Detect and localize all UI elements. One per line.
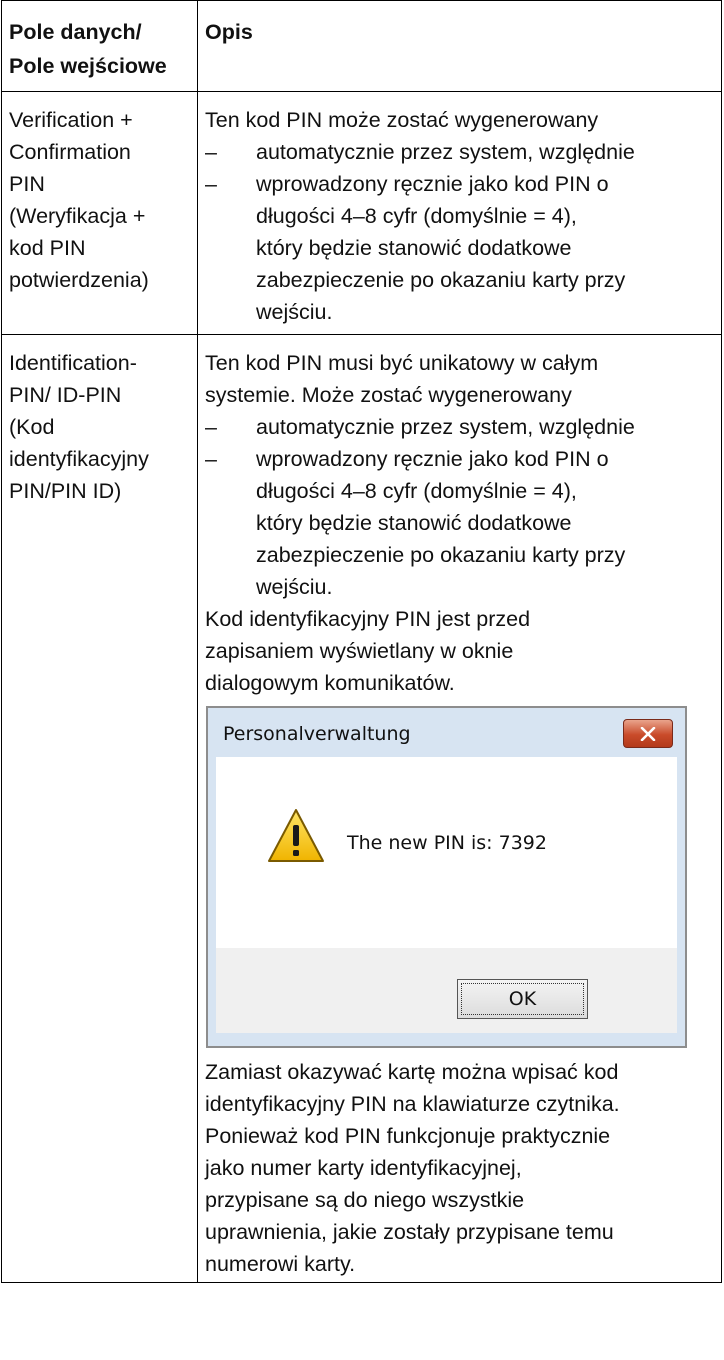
bullet-continuation: wejściu.	[256, 575, 333, 599]
bullet-item: – automatycznie przez system, względnie	[205, 136, 721, 168]
bullet-item: – automatycznie przez system, względnie	[205, 411, 721, 443]
ok-button[interactable]: OK	[457, 979, 588, 1019]
ok-button-label: OK	[461, 983, 584, 1015]
description-text: numerowi karty.	[205, 1252, 356, 1276]
bullet-item: – wprowadzony ręcznie jako kod PIN o	[205, 168, 721, 200]
dialog-title: Personalverwaltung	[223, 723, 411, 745]
description-text: dialogowym komunikatów.	[205, 671, 455, 695]
bullet-text: wprowadzony ręcznie jako kod PIN o	[256, 172, 609, 196]
description-text: Kod identyfikacyjny PIN jest przed	[205, 607, 531, 631]
description-text: Ten kod PIN może zostać wygenerowany	[205, 108, 599, 132]
field-name-line: (Kod	[9, 415, 55, 439]
bullet-dash: –	[205, 447, 217, 471]
warning-icon	[268, 809, 324, 862]
bullet-dash: –	[205, 415, 217, 439]
bullet-continuation: długości 4–8 cyfr (domyślnie = 4),	[256, 479, 577, 503]
description-text: jako numer karty identyfikacyjnej,	[205, 1156, 522, 1180]
bullet-text: automatycznie przez system, względnie	[256, 415, 635, 439]
description-text: Ten kod PIN musi być unikatowy w całym	[205, 351, 599, 375]
field-name-cell: Identification- PIN/ ID-PIN (Kod identyf…	[1, 334, 198, 1283]
bullet-continuation: zabezpieczenie po okazaniu karty przy	[256, 543, 626, 567]
bullet-dash: –	[205, 140, 217, 164]
field-name-line: kod PIN	[9, 236, 86, 260]
bullet-continuation: który będzie stanowić dodatkowe	[256, 511, 572, 535]
header-field-line: Pole wejściowe	[9, 54, 167, 78]
header-field-line: Pole danych/	[9, 20, 142, 44]
bullet-continuation: długości 4–8 cyfr (domyślnie = 4),	[256, 204, 577, 228]
field-name-line: potwierdzenia)	[9, 268, 149, 292]
fields-table: Pole danych/ Pole wejściowe Opis Verific…	[1, 0, 722, 1283]
dialog-message: The new PIN is: 7392	[347, 832, 547, 854]
bullet-item: – wprowadzony ręcznie jako kod PIN o	[205, 443, 721, 475]
table-row-identification-pin: Identification- PIN/ ID-PIN (Kod identyf…	[1, 334, 722, 1283]
description-text: Ponieważ kod PIN funkcjonuje praktycznie	[205, 1124, 611, 1148]
description-text: Zamiast okazywać kartę można wpisać kod	[205, 1060, 619, 1084]
description-cell: Ten kod PIN musi być unikatowy w całym s…	[197, 334, 722, 1283]
description-text: uprawnienia, jakie zostały przypisane te…	[205, 1220, 614, 1244]
field-name-line: Confirmation	[9, 140, 131, 164]
field-name-line: Verification +	[9, 108, 133, 132]
field-name-line: identyfikacyjny	[9, 447, 149, 471]
bullet-text: wprowadzony ręcznie jako kod PIN o	[256, 447, 609, 471]
description-text: zapisaniem wyświetlany w oknie	[205, 639, 514, 663]
bullet-continuation: wejściu.	[256, 300, 333, 324]
dialog-footer: OK	[216, 948, 677, 1033]
field-name-line: PIN/ ID-PIN	[9, 383, 122, 407]
field-name-line: (Weryfikacja +	[9, 204, 146, 228]
bullet-text: automatycznie przez system, względnie	[256, 140, 635, 164]
table-header-row: Pole danych/ Pole wejściowe Opis	[1, 0, 722, 92]
description-text: przypisane są do niego wszystkie	[205, 1188, 525, 1212]
close-icon	[640, 726, 656, 741]
field-name-line: Identification-	[9, 351, 137, 375]
close-button[interactable]	[623, 719, 673, 748]
field-name-line: PIN	[9, 172, 45, 196]
pin-dialog-screenshot: Personalverwaltung The new PIN is: 7392 …	[206, 706, 687, 1048]
description-cell: Ten kod PIN może zostać wygenerowany – a…	[197, 91, 722, 335]
field-name-line: PIN/PIN ID)	[9, 479, 122, 503]
header-description-column: Opis	[197, 0, 722, 92]
header-field-column: Pole danych/ Pole wejściowe	[1, 0, 198, 92]
bullet-continuation: zabezpieczenie po okazaniu karty przy	[256, 268, 626, 292]
dialog-body: The new PIN is: 7392	[216, 757, 677, 948]
bullet-dash: –	[205, 172, 217, 196]
field-name-cell: Verification + Confirmation PIN (Weryfik…	[1, 91, 198, 335]
table-row-verification-pin: Verification + Confirmation PIN (Weryfik…	[1, 91, 722, 335]
description-text: identyfikacyjny PIN na klawiaturze czytn…	[205, 1092, 620, 1116]
bullet-continuation: który będzie stanowić dodatkowe	[256, 236, 572, 260]
description-text: systemie. Może zostać wygenerowany	[205, 383, 572, 407]
